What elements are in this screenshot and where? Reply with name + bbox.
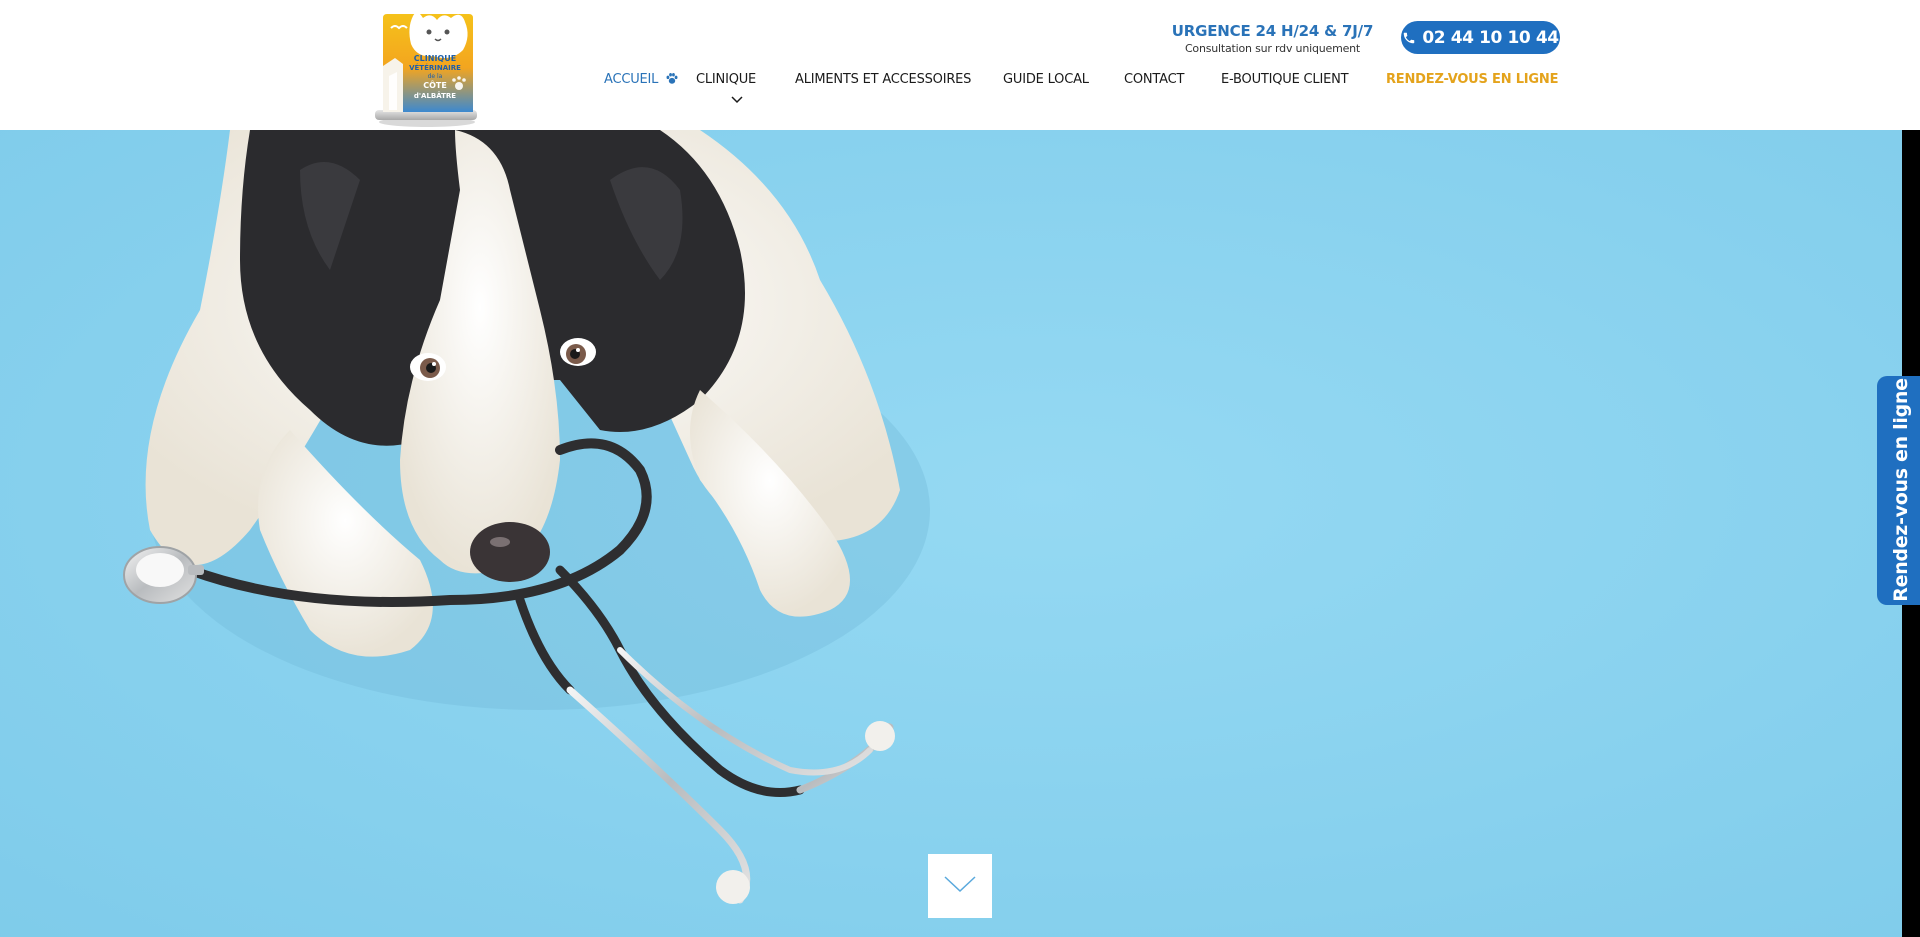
svg-text:de la: de la xyxy=(428,73,443,80)
nav-item-rendez-vous[interactable]: RENDEZ-VOUS EN LIGNE xyxy=(1386,72,1558,87)
svg-text:CLINIQUE: CLINIQUE xyxy=(414,54,456,63)
phone-number: 02 44 10 10 44 xyxy=(1422,27,1559,48)
nav-item-label: GUIDE LOCAL xyxy=(1003,72,1089,87)
nav-item-label: ACCUEIL xyxy=(604,72,659,87)
site-header: CLINIQUE VÉTÉRINAIRE de la CÔTE d'ALBÂTR… xyxy=(0,0,1920,130)
emergency-info: URGENCE 24 H/24 & 7J/7 Consultation sur … xyxy=(1170,22,1375,55)
chevron-down-icon xyxy=(943,874,977,899)
scroll-down-button[interactable] xyxy=(928,854,992,918)
side-tab-label: Rendez-vous en ligne xyxy=(1890,378,1912,602)
paw-icon xyxy=(665,72,679,89)
clinic-logo[interactable]: CLINIQUE VÉTÉRINAIRE de la CÔTE d'ALBÂTR… xyxy=(373,6,481,128)
nav-item-e-boutique[interactable]: E-BOUTIQUE CLIENT xyxy=(1221,72,1349,87)
nav-item-label: ALIMENTS ET ACCESSOIRES xyxy=(795,72,972,87)
emergency-subtitle: Consultation sur rdv uniquement xyxy=(1184,42,1361,55)
chevron-down-icon[interactable] xyxy=(731,91,743,109)
svg-text:CÔTE: CÔTE xyxy=(423,79,447,90)
phone-button[interactable]: 02 44 10 10 44 xyxy=(1401,21,1560,54)
nav-item-aliments[interactable]: ALIMENTS ET ACCESSOIRES xyxy=(795,72,971,87)
nav-item-label: RENDEZ-VOUS EN LIGNE xyxy=(1386,72,1559,87)
phone-icon xyxy=(1402,31,1416,45)
nav-item-clinique[interactable]: CLINIQUE xyxy=(696,72,756,87)
hero-banner xyxy=(0,130,1902,937)
emergency-title: URGENCE 24 H/24 & 7J/7 xyxy=(1171,22,1374,40)
svg-text:VÉTÉRINAIRE: VÉTÉRINAIRE xyxy=(409,63,461,72)
hero-dog-image xyxy=(0,130,1902,937)
nav-item-accueil[interactable]: ACCUEIL xyxy=(604,72,679,89)
nav-item-label: CONTACT xyxy=(1124,72,1185,87)
nav-item-guide-local[interactable]: GUIDE LOCAL xyxy=(1003,72,1089,87)
nav-item-label: E-BOUTIQUE CLIENT xyxy=(1221,72,1349,87)
side-tab-rendez-vous[interactable]: Rendez-vous en ligne xyxy=(1877,376,1920,605)
nav-item-label: CLINIQUE xyxy=(696,72,757,87)
nav-item-contact[interactable]: CONTACT xyxy=(1124,72,1184,87)
svg-text:d'ALBÂTRE: d'ALBÂTRE xyxy=(414,91,456,100)
